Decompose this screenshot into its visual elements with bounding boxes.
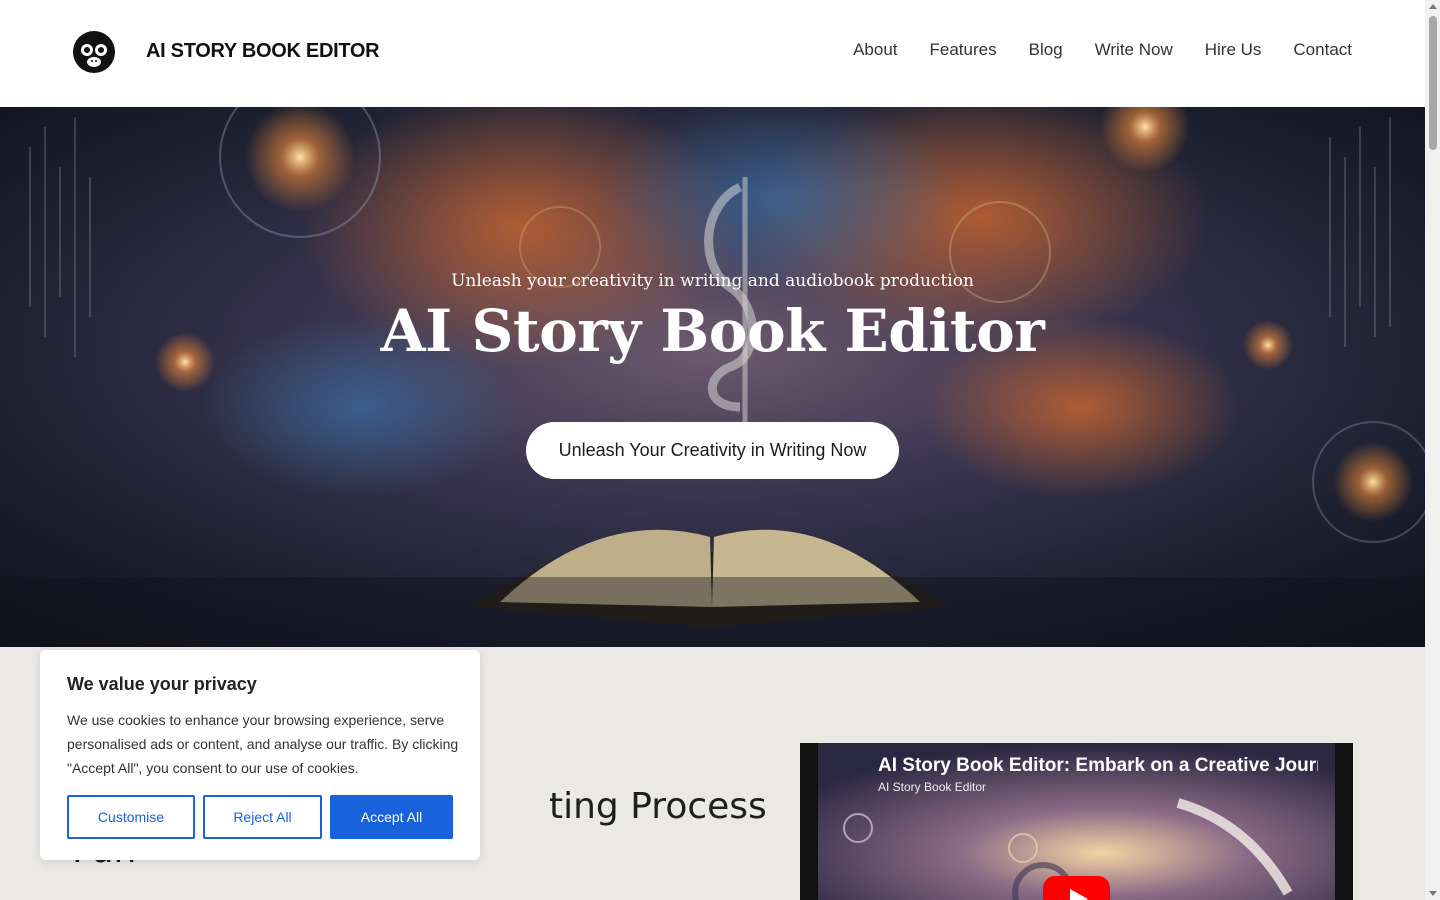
scroll-down-arrow-icon[interactable] bbox=[1429, 891, 1437, 896]
page-scrollbar[interactable] bbox=[1425, 0, 1440, 900]
hero-background-image bbox=[0, 107, 1425, 647]
nav-blog[interactable]: Blog bbox=[1029, 40, 1063, 60]
hero-section: Unleash your creativity in writing and a… bbox=[0, 107, 1425, 647]
section-heading: ting Process bbox=[549, 786, 767, 827]
accept-all-button[interactable]: Accept All bbox=[330, 795, 453, 839]
scroll-up-arrow-icon[interactable] bbox=[1429, 4, 1437, 9]
cookie-text: We use cookies to enhance your browsing … bbox=[67, 712, 459, 776]
nav-features[interactable]: Features bbox=[930, 40, 997, 60]
video-title[interactable]: AI Story Book Editor: Embark on a Creati… bbox=[878, 755, 1318, 777]
main-nav: About Features Blog Write Now Hire Us Co… bbox=[853, 40, 1352, 60]
nav-contact[interactable]: Contact bbox=[1293, 40, 1352, 60]
reject-all-button[interactable]: Reject All bbox=[203, 795, 322, 839]
cookie-consent-banner: We value your privacy We use cookies to … bbox=[40, 650, 480, 860]
brand-name[interactable]: AI STORY BOOK EDITOR bbox=[146, 40, 380, 63]
hero-title: AI Story Book Editor bbox=[380, 297, 1045, 365]
scrollbar-thumb[interactable] bbox=[1429, 16, 1437, 150]
nav-write-now[interactable]: Write Now bbox=[1095, 40, 1173, 60]
cookie-title: We value your privacy bbox=[67, 674, 257, 694]
hero-subtitle: Unleash your creativity in writing and a… bbox=[451, 271, 974, 291]
video-channel[interactable]: AI Story Book Editor bbox=[878, 780, 986, 794]
nav-about[interactable]: About bbox=[853, 40, 897, 60]
site-header: AI STORY BOOK EDITOR About Features Blog… bbox=[0, 0, 1425, 107]
youtube-play-icon[interactable] bbox=[1043, 876, 1110, 900]
customise-button[interactable]: Customise bbox=[67, 795, 195, 839]
nav-hire-us[interactable]: Hire Us bbox=[1205, 40, 1262, 60]
hero-cta-button[interactable]: Unleash Your Creativity in Writing Now bbox=[526, 422, 899, 479]
monkey-logo-icon[interactable] bbox=[72, 30, 116, 74]
video-embed[interactable]: AI Story Book Editor: Embark on a Creati… bbox=[800, 743, 1353, 900]
